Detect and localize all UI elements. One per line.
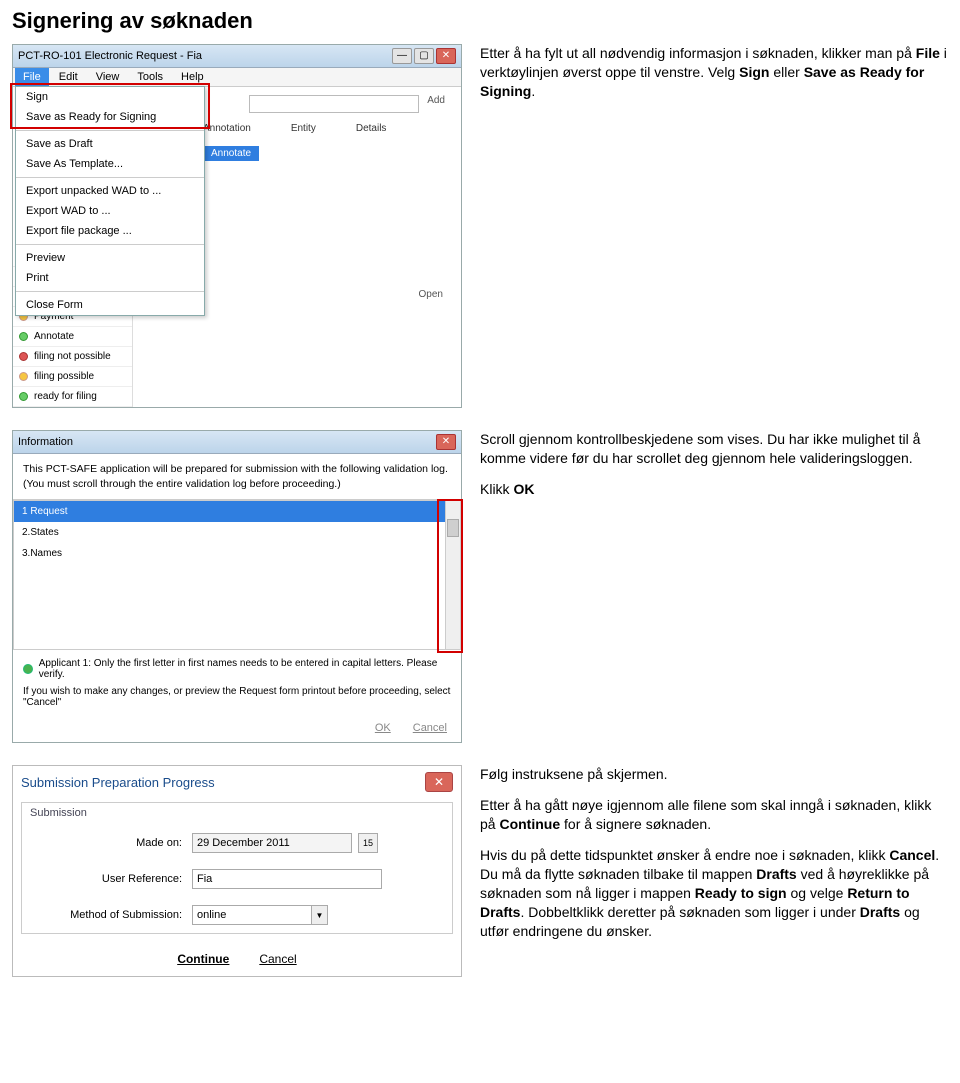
legend-ready: ready for filing	[13, 387, 132, 407]
user-ref-label: User Reference:	[32, 873, 182, 885]
legend-possible: filing possible	[13, 367, 132, 387]
menu-item-export-file[interactable]: Export file package ...	[16, 221, 204, 241]
menu-item-export-wad[interactable]: Export WAD to ...	[16, 201, 204, 221]
sidebar-label: Annotate	[34, 331, 74, 342]
note-text: If you wish to make any changes, or prev…	[23, 686, 451, 708]
user-ref-input[interactable]: Fia	[192, 869, 382, 889]
close-button[interactable]: ✕	[436, 48, 456, 64]
menu-edit[interactable]: Edit	[51, 68, 86, 86]
menu-view[interactable]: View	[88, 68, 128, 86]
instruction-1: Etter å ha fylt ut all nødvendig informa…	[480, 44, 948, 101]
instruction-2a: Scroll gjennom kontrollbeskjedene som vi…	[480, 430, 948, 468]
menu-item-save-ready[interactable]: Save as Ready for Signing	[16, 107, 204, 127]
col-entity: Entity	[291, 123, 316, 134]
instruction-3b: Etter å ha gått nøye igjennom alle filen…	[480, 796, 948, 834]
menu-item-print[interactable]: Print	[16, 268, 204, 288]
validation-msg-text: Applicant 1: Only the first letter in fi…	[39, 658, 451, 680]
menu-item-save-template[interactable]: Save As Template...	[16, 154, 204, 174]
tab-annotate-selected[interactable]: Annotate	[203, 146, 259, 161]
calendar-icon[interactable]: 15	[358, 833, 378, 853]
section-label: Submission	[22, 803, 452, 819]
log-row-names[interactable]: 3.Names	[14, 543, 460, 564]
menu-item-close-form[interactable]: Close Form	[16, 295, 204, 315]
page-heading: Signering av søknaden	[12, 8, 948, 34]
instruction-3a: Følg instruksene på skjermen.	[480, 765, 948, 784]
open-link[interactable]: Open	[419, 289, 443, 300]
legend-label: filing possible	[34, 371, 94, 382]
scroll-thumb[interactable]	[447, 519, 459, 537]
combo-field[interactable]	[249, 95, 419, 113]
menu-help[interactable]: Help	[173, 68, 212, 86]
instruction-3c: Hvis du på dette tidspunktet ønsker å en…	[480, 846, 948, 940]
made-on-value: 29 December 2011	[192, 833, 352, 853]
minimize-button[interactable]: —	[392, 48, 412, 64]
scrollbar[interactable]	[445, 501, 460, 649]
legend-label: filing not possible	[34, 351, 111, 362]
dialog-body: This PCT-SAFE application will be prepar…	[23, 463, 448, 490]
screenshot-1: PCT-RO-101 Electronic Request - Fia — ▢ …	[12, 44, 462, 408]
validation-msg: Applicant 1: Only the first letter in fi…	[23, 658, 451, 680]
legend-label: ready for filing	[34, 391, 97, 402]
validation-log: 1 Request 2.States 3.Names	[13, 500, 461, 650]
screenshot-3: Submission Preparation Progress ✕ Submis…	[12, 765, 462, 977]
log-row-request[interactable]: 1 Request	[14, 501, 460, 522]
chevron-down-icon: ▼	[312, 905, 328, 925]
close-button[interactable]: ✕	[425, 772, 453, 792]
close-button[interactable]: ✕	[436, 434, 456, 450]
sidebar-annotate[interactable]: Annotate	[13, 327, 132, 347]
menu-item-save-draft[interactable]: Save as Draft	[16, 134, 204, 154]
instruction-2b: Klikk OK	[480, 480, 948, 499]
method-label: Method of Submission:	[32, 909, 182, 921]
maximize-button[interactable]: ▢	[414, 48, 434, 64]
log-row-states[interactable]: 2.States	[14, 522, 460, 543]
method-select[interactable]: online ▼	[192, 905, 328, 925]
legend-not-possible: filing not possible	[13, 347, 132, 367]
method-value: online	[192, 905, 312, 925]
ok-icon	[23, 664, 33, 674]
dialog-title: Submission Preparation Progress	[21, 775, 215, 790]
screenshot-2: Information ✕ This PCT-SAFE application …	[12, 430, 462, 743]
col-details: Details	[356, 123, 387, 134]
menu-file[interactable]: File	[15, 68, 49, 86]
menu-item-export-unpacked[interactable]: Export unpacked WAD to ...	[16, 181, 204, 201]
dialog-title: Information	[18, 436, 73, 448]
made-on-label: Made on:	[32, 837, 182, 849]
menu-item-preview[interactable]: Preview	[16, 248, 204, 268]
file-dropdown: Sign Save as Ready for Signing Save as D…	[15, 86, 205, 316]
cancel-button[interactable]: Cancel	[259, 952, 296, 966]
window-title: PCT-RO-101 Electronic Request - Fia	[18, 50, 202, 62]
col-annotation: Annotation	[203, 123, 251, 134]
menu-tools[interactable]: Tools	[129, 68, 171, 86]
cancel-button[interactable]: Cancel	[413, 722, 447, 734]
continue-button[interactable]: Continue	[177, 952, 229, 966]
add-link[interactable]: Add	[427, 95, 445, 113]
ok-button[interactable]: OK	[375, 722, 391, 734]
menu-item-sign[interactable]: Sign	[16, 87, 204, 107]
